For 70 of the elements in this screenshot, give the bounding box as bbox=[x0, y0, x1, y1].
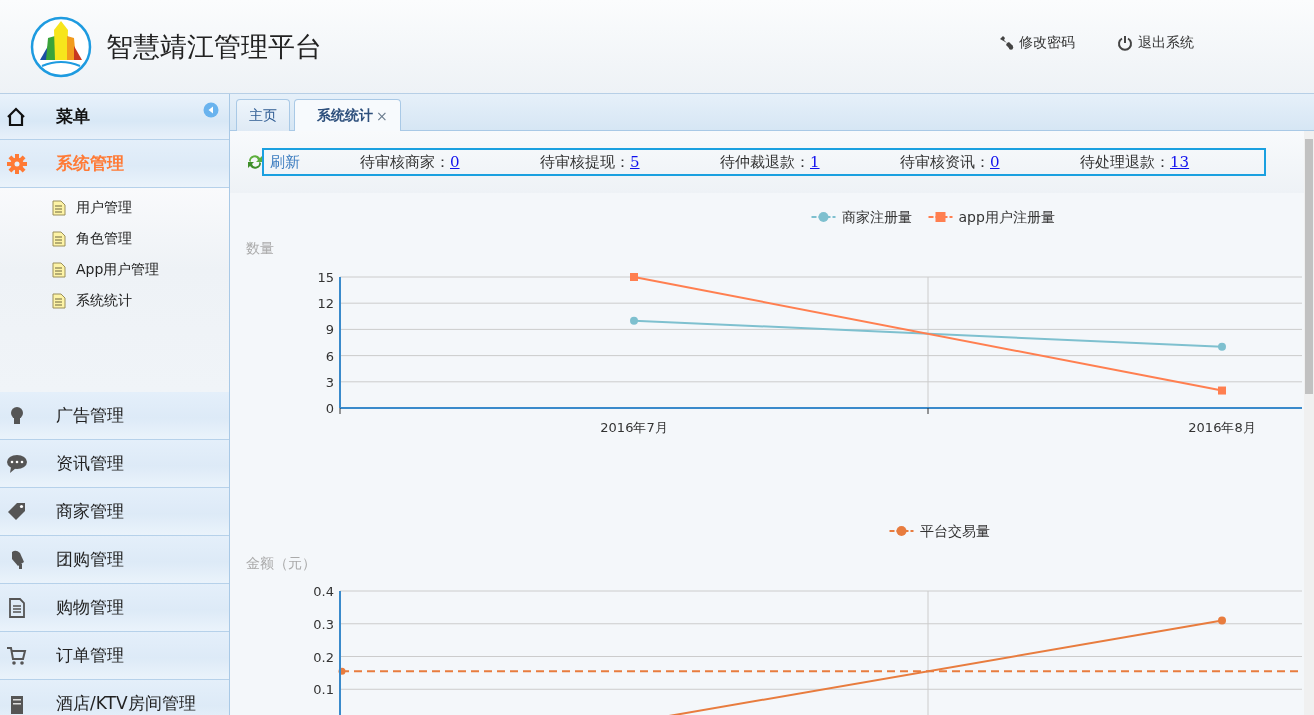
document-icon bbox=[52, 199, 66, 216]
menu-item[interactable]: App用户管理 bbox=[0, 254, 229, 285]
menu-group[interactable]: 订单管理 bbox=[0, 632, 229, 680]
tick-label: 12 bbox=[317, 296, 334, 312]
menu-group[interactable]: 广告管理 bbox=[0, 392, 229, 440]
tick-label: 15 bbox=[317, 270, 334, 285]
power-icon bbox=[1117, 34, 1133, 51]
tick-label: 0.4 bbox=[313, 584, 334, 599]
menu-group[interactable]: 团购管理 bbox=[0, 536, 229, 584]
refresh-link[interactable]: 刷新 bbox=[270, 152, 300, 172]
data-point bbox=[630, 273, 638, 281]
change-password-link[interactable]: 修改密码 bbox=[998, 33, 1075, 52]
stat-link[interactable]: 0 bbox=[450, 153, 460, 171]
tag-icon bbox=[6, 500, 28, 523]
data-point bbox=[1218, 616, 1226, 625]
scrollbar[interactable] bbox=[1304, 131, 1314, 715]
tab[interactable]: 主页 bbox=[236, 99, 290, 131]
data-point bbox=[1218, 342, 1226, 351]
menu-item[interactable]: 系统统计 bbox=[0, 285, 229, 316]
stat-label: 待审核提现： bbox=[540, 152, 630, 172]
menu-item[interactable]: 角色管理 bbox=[0, 223, 229, 254]
legend-label[interactable]: app用户注册量 bbox=[958, 209, 1055, 225]
menu-group[interactable]: 酒店/KTV房间管理 bbox=[0, 680, 229, 715]
wrench-icon bbox=[998, 34, 1014, 51]
stat-label: 待处理退款： bbox=[1080, 152, 1170, 172]
tick-label: 0.2 bbox=[313, 649, 334, 665]
tick-label: 0.3 bbox=[313, 616, 334, 632]
category-label: 2016年8月 bbox=[1188, 420, 1256, 435]
collapse-icon[interactable] bbox=[203, 102, 219, 118]
stat-label: 待审核商家： bbox=[360, 152, 450, 172]
stat-link[interactable]: 13 bbox=[1170, 153, 1190, 171]
menu-group[interactable]: 商家管理 bbox=[0, 488, 229, 536]
document-icon bbox=[6, 596, 28, 619]
tab[interactable]: 系统统计 × bbox=[294, 99, 401, 131]
legend-marker[interactable] bbox=[810, 212, 837, 222]
refresh-icon[interactable] bbox=[246, 153, 264, 171]
axis-title: 数量 bbox=[246, 240, 274, 256]
menu-group[interactable]: 资讯管理 bbox=[0, 440, 229, 488]
axis-title: 金额（元） bbox=[246, 555, 316, 571]
category-label: 2016年7月 bbox=[600, 420, 668, 435]
app-title: 智慧靖江管理平台 bbox=[106, 29, 322, 64]
document-icon bbox=[52, 292, 66, 309]
stat-label: 待仲裁退款： bbox=[720, 152, 810, 172]
legend-marker[interactable] bbox=[927, 212, 954, 222]
legend-marker[interactable] bbox=[888, 526, 915, 536]
close-icon[interactable]: × bbox=[376, 107, 388, 124]
document-icon bbox=[52, 261, 66, 278]
tick-label: 9 bbox=[325, 322, 334, 338]
gear-icon bbox=[6, 152, 28, 175]
legend-label[interactable]: 平台交易量 bbox=[919, 523, 990, 539]
menu-title: 菜单 bbox=[56, 105, 90, 128]
menu-item[interactable]: 用户管理 bbox=[0, 192, 229, 223]
menu-group[interactable]: 购物管理 bbox=[0, 584, 229, 632]
stat-label: 待审核资讯： bbox=[900, 152, 990, 172]
data-point bbox=[630, 316, 638, 325]
speech-bubble-icon bbox=[6, 452, 28, 475]
legend-label[interactable]: 商家注册量 bbox=[841, 209, 912, 225]
document-icon bbox=[52, 230, 66, 247]
tick-label: 3 bbox=[325, 374, 334, 390]
tick-label: 6 bbox=[325, 348, 334, 364]
tick-label: 0.1 bbox=[313, 682, 334, 698]
cart-icon bbox=[6, 644, 28, 667]
logo-icon bbox=[30, 15, 92, 78]
stat-link[interactable]: 0 bbox=[990, 153, 1000, 171]
tick-label: 0 bbox=[325, 401, 334, 416]
stat-link[interactable]: 1 bbox=[810, 153, 820, 171]
logout-link[interactable]: 退出系统 bbox=[1117, 33, 1194, 52]
data-point bbox=[1218, 386, 1226, 395]
home-icon bbox=[6, 106, 26, 127]
stat-link[interactable]: 5 bbox=[630, 153, 640, 171]
